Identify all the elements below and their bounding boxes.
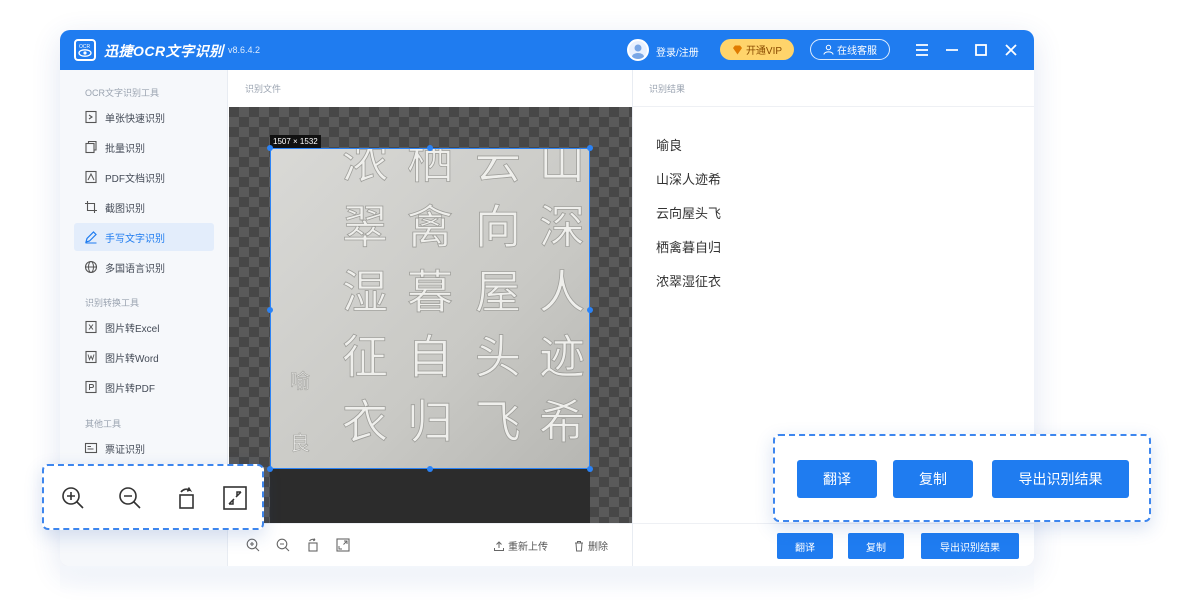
close-icon[interactable]	[1001, 40, 1021, 60]
zoom-in-icon[interactable]	[60, 485, 86, 511]
single-scan-icon	[85, 110, 97, 124]
service-label: 在线客服	[837, 46, 877, 57]
stage: OCR 迅捷OCR文字识别 v8.6.4.2 登录/注册 开通VIP 在线客服 …	[0, 0, 1200, 600]
result-line: 山深人迹希	[656, 172, 722, 187]
file-toolbar: 重新上传 删除	[229, 523, 632, 566]
zoom-in-icon[interactable]	[245, 537, 261, 553]
diamond-icon	[732, 45, 742, 54]
sidebar-section-other: 其他工具	[85, 419, 122, 429]
export-button-large[interactable]: 导出识别结果	[992, 460, 1129, 498]
user-icon	[823, 44, 834, 55]
copy-button-large[interactable]: 复制	[893, 460, 973, 498]
pdf-icon	[85, 170, 97, 184]
reupload-label: 重新上传	[508, 542, 548, 553]
pdf-file-icon	[85, 380, 97, 394]
file-panel-title: 识别文件	[245, 84, 282, 94]
sidebar-item-single[interactable]: 单张快速识别	[74, 103, 214, 131]
sidebar-section-ocr: OCR文字识别工具	[85, 88, 159, 98]
sidebar-item-ticket[interactable]: 票证识别	[74, 434, 214, 462]
zoom-toolbar-callout	[42, 464, 264, 530]
menu-icon[interactable]	[912, 40, 932, 60]
fit-screen-icon[interactable]	[335, 537, 351, 553]
sidebar-item-label: 图片转Excel	[105, 323, 160, 335]
sidebar-item-label: 图片转PDF	[105, 383, 155, 395]
rotate-icon[interactable]	[174, 485, 200, 511]
sidebar-item-topdf[interactable]: 图片转PDF	[74, 373, 214, 401]
result-toolbar: 翻译 复制 导出识别结果	[633, 523, 1034, 566]
svg-text:OCR: OCR	[79, 44, 91, 50]
zoom-out-icon[interactable]	[275, 537, 291, 553]
user-avatar-icon[interactable]	[627, 39, 649, 61]
excel-icon	[85, 320, 97, 334]
image-bottom-strip	[270, 469, 590, 523]
result-panel-title: 识别结果	[649, 84, 686, 94]
sidebar-item-batch[interactable]: 批量识别	[74, 133, 214, 161]
app-version: v8.6.4.2	[228, 45, 261, 55]
globe-icon	[84, 260, 98, 274]
result-line: 云向屋头飞	[656, 206, 722, 221]
sidebar-section-convert: 识别转换工具	[85, 298, 140, 308]
sidebar-item-label: 图片转Word	[105, 353, 159, 365]
sidebar-item-label: 单张快速识别	[105, 113, 165, 125]
maximize-icon[interactable]	[971, 40, 991, 60]
vip-button[interactable]: 开通VIP	[720, 39, 794, 60]
result-text-area[interactable]: 喻良 山深人迹希 云向屋头飞 栖禽暮自归 浓翠湿征衣	[656, 136, 721, 306]
vip-label: 开通VIP	[745, 46, 783, 57]
sidebar-item-excel[interactable]: 图片转Excel	[74, 313, 214, 341]
translate-button-large[interactable]: 翻译	[797, 460, 877, 498]
divider	[633, 106, 1034, 107]
app-logo-icon: OCR	[74, 39, 96, 61]
delete-label: 删除	[588, 542, 608, 553]
login-link[interactable]: 登录/注册	[656, 44, 699, 59]
translate-button[interactable]: 翻译	[777, 533, 833, 559]
export-button[interactable]: 导出识别结果	[921, 533, 1019, 559]
word-icon	[85, 350, 97, 364]
reupload-button[interactable]: 重新上传	[493, 538, 548, 553]
zoom-out-icon[interactable]	[117, 485, 143, 511]
sidebar-item-label: 截图识别	[105, 203, 145, 215]
pen-icon	[85, 231, 97, 244]
window-reflection	[60, 566, 1034, 594]
title-bar: OCR 迅捷OCR文字识别 v8.6.4.2 登录/注册 开通VIP 在线客服	[60, 30, 1034, 70]
image-size-badge: 1507 × 1532	[270, 135, 321, 148]
action-buttons-callout: 翻译 复制 导出识别结果	[773, 434, 1151, 522]
result-line: 栖禽暮自归	[656, 240, 722, 255]
batch-icon	[85, 140, 97, 154]
sidebar-item-label: 票证识别	[105, 444, 145, 456]
trash-icon	[575, 540, 583, 551]
upload-icon	[494, 540, 504, 551]
sidebar-item-multilang[interactable]: 多国语言识别	[74, 253, 214, 281]
sidebar-item-pdf[interactable]: PDF文档识别	[74, 163, 214, 191]
sidebar-item-screenshot[interactable]: 截图识别	[74, 193, 214, 221]
sidebar-item-label: 多国语言识别	[105, 263, 165, 275]
sidebar-item-handwriting[interactable]: 手写文字识别	[74, 223, 214, 251]
service-button[interactable]: 在线客服	[810, 39, 890, 60]
delete-button[interactable]: 删除	[573, 538, 608, 553]
id-card-icon	[84, 442, 98, 454]
file-panel: 识别文件 浓翠湿征衣 栖禽暮自归 云向屋头飞 山 深 人 迹 希 喻 良 150…	[229, 70, 632, 566]
copy-button[interactable]: 复制	[848, 533, 904, 559]
result-line: 浓翠湿征衣	[656, 274, 722, 289]
crop-icon	[85, 201, 97, 213]
sidebar-item-label: 批量识别	[105, 143, 145, 155]
fit-screen-icon[interactable]	[222, 485, 248, 511]
sidebar-item-label: PDF文档识别	[105, 173, 165, 185]
app-title: 迅捷OCR文字识别	[104, 43, 224, 59]
sidebar-item-word[interactable]: 图片转Word	[74, 343, 214, 371]
selection-frame	[270, 148, 590, 469]
result-line: 喻良	[656, 138, 683, 153]
rotate-icon[interactable]	[305, 537, 321, 553]
image-preview-area[interactable]: 浓翠湿征衣 栖禽暮自归 云向屋头飞 山深人迹希 喻良 1507 × 1532	[229, 107, 632, 523]
sidebar-item-label: 手写文字识别	[105, 233, 165, 245]
minimize-icon[interactable]	[942, 40, 962, 60]
